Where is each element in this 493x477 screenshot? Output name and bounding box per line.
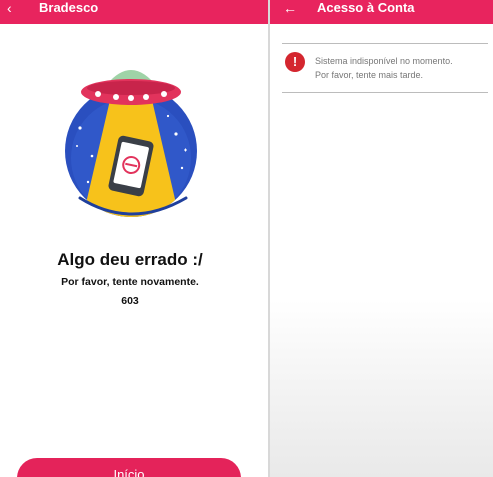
error-subtitle: Por favor, tente novamente.	[61, 276, 199, 288]
right-screen: ← Acesso à Conta ! Sistema indisponível …	[270, 0, 493, 477]
header-bar: ‹ Bradesco	[0, 0, 268, 24]
alert-top-divider	[282, 43, 488, 44]
alert-message: Sistema indisponível no momento. Por fav…	[315, 54, 487, 82]
header-title: Bradesco	[39, 0, 99, 15]
left-screen: ‹ Bradesco Algo deu errado:/ Por favor,…	[0, 0, 268, 477]
error-code: 603	[121, 295, 139, 307]
back-arrow-icon[interactable]: ←	[283, 0, 297, 17]
alert-exclamation-icon: !	[285, 52, 305, 72]
header-title: Acesso à Conta	[317, 0, 415, 15]
alert-line-1: Sistema indisponível no momento.	[315, 56, 453, 66]
alert-line-2: Por favor, tente mais tarde.	[315, 70, 424, 80]
ufo-phone-illustration-icon	[65, 70, 197, 217]
header-bar: ← Acesso à Conta	[270, 0, 493, 24]
home-button[interactable]: Início	[17, 458, 241, 477]
back-icon[interactable]: ‹	[7, 0, 12, 17]
alert-bottom-divider	[282, 92, 488, 93]
error-title: Algo deu errado :/	[57, 250, 203, 269]
